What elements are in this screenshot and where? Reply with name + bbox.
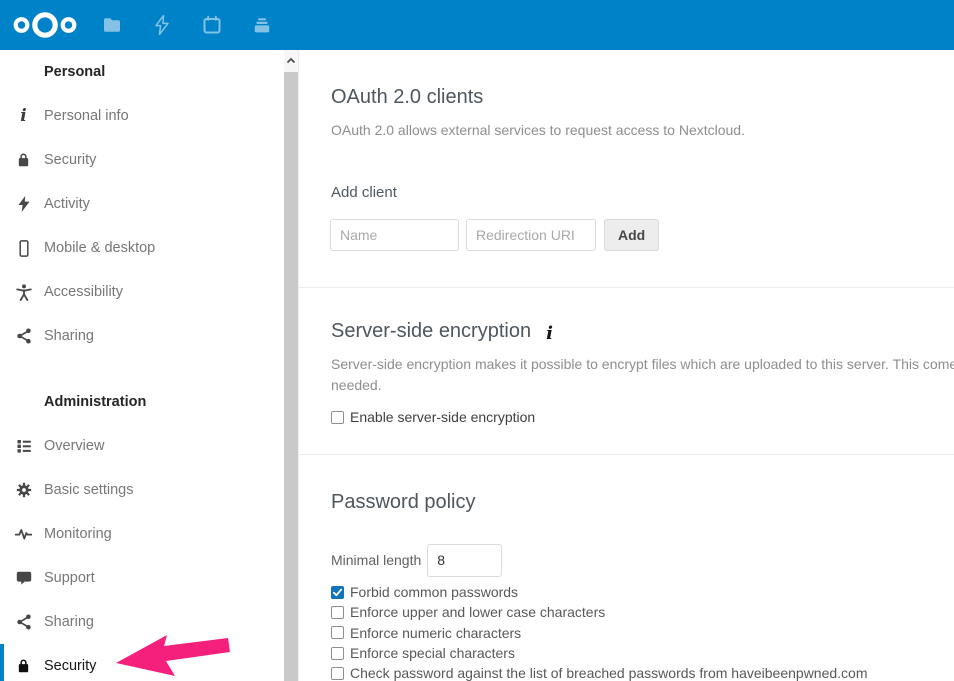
client-name-input[interactable] xyxy=(330,219,459,251)
enforce-special-checkbox[interactable] xyxy=(331,647,344,660)
sidebar-item-accessibility[interactable]: Accessibility xyxy=(0,270,284,314)
enable-encryption-row: Enable server-side encryption xyxy=(331,407,954,427)
policy-option-row: Check password against the list of breac… xyxy=(331,663,954,681)
deck-app-icon[interactable] xyxy=(251,0,273,50)
password-policy-title: Password policy xyxy=(331,489,954,516)
sidebar-item-label: Support xyxy=(44,570,95,586)
share-icon xyxy=(15,328,32,345)
sidebar-scrollbar xyxy=(284,50,298,681)
add-client-heading: Add client xyxy=(331,183,954,203)
policy-option-row: Forbid common passwords xyxy=(331,582,954,602)
sidebar-item-basic-settings[interactable]: Basic settings xyxy=(0,468,284,512)
section-divider xyxy=(299,454,954,455)
gear-icon xyxy=(15,482,32,499)
policy-option-label: Check password against the list of breac… xyxy=(350,665,868,681)
chevron-up-icon xyxy=(285,55,297,67)
chat-icon xyxy=(15,570,32,587)
files-app-folder-icon[interactable] xyxy=(101,0,123,50)
enable-encryption-label: Enable server-side encryption xyxy=(350,409,535,425)
minimal-length-input[interactable] xyxy=(427,544,502,577)
sidebar-section-gap xyxy=(0,358,284,380)
sidebar-item-label: Accessibility xyxy=(44,284,123,300)
scrollbar-up-button[interactable] xyxy=(284,50,298,72)
enforce-upper-lower-checkbox[interactable] xyxy=(331,606,344,619)
sidebar-item-label: Basic settings xyxy=(44,482,133,498)
sidebar-item-support[interactable]: Support xyxy=(0,556,284,600)
encryption-heading-row: Server-side encryption i xyxy=(299,318,954,345)
activity-app-lightning-icon[interactable] xyxy=(151,0,173,50)
forbid-common-passwords-checkbox[interactable] xyxy=(331,586,344,599)
policy-option-label: Enforce special characters xyxy=(350,645,515,661)
sidebar-section-administration: Administration xyxy=(0,380,284,424)
pulse-icon xyxy=(15,526,32,543)
lightning-icon xyxy=(15,196,32,213)
sidebar-item-mobile-desktop[interactable]: Mobile & desktop xyxy=(0,226,284,270)
scrollbar-thumb[interactable] xyxy=(284,72,298,681)
minimal-length-row: Minimal length xyxy=(331,543,954,577)
settings-sidebar: Personal i Personal info Security Activi… xyxy=(0,50,284,681)
info-icon: i xyxy=(15,108,32,125)
redirection-uri-input[interactable] xyxy=(466,219,596,251)
nextcloud-settings-window: Personal i Personal info Security Activi… xyxy=(0,0,954,681)
sidebar-item-label: Sharing xyxy=(44,614,94,630)
sidebar-item-label: Sharing xyxy=(44,328,94,344)
sidebar-section-personal: Personal xyxy=(0,50,284,94)
policy-option-label: Enforce upper and lower case characters xyxy=(350,604,605,620)
share-icon xyxy=(15,614,32,631)
check-breached-passwords-checkbox[interactable] xyxy=(331,667,344,680)
top-header-bar xyxy=(0,0,954,50)
policy-option-row: Enforce upper and lower case characters xyxy=(331,602,954,622)
sidebar-item-security-admin[interactable]: Security xyxy=(0,644,284,681)
password-policy-options: Forbid common passwords Enforce upper an… xyxy=(299,582,954,681)
sidebar-item-label: Security xyxy=(44,658,96,674)
check-icon xyxy=(332,587,343,598)
accessibility-icon xyxy=(15,284,32,301)
add-client-form: Add xyxy=(330,219,954,251)
oauth-description: OAuth 2.0 allows external services to re… xyxy=(331,121,954,139)
sidebar-item-label: Personal info xyxy=(44,108,129,124)
sidebar-item-label: Mobile & desktop xyxy=(44,240,155,256)
policy-option-row: Enforce numeric characters xyxy=(331,623,954,643)
add-client-button[interactable]: Add xyxy=(604,219,659,251)
sidebar-item-monitoring[interactable]: Monitoring xyxy=(0,512,284,556)
calendar-app-icon[interactable] xyxy=(201,0,223,50)
oauth-section-title: OAuth 2.0 clients xyxy=(331,84,954,111)
sidebar-item-activity[interactable]: Activity xyxy=(0,182,284,226)
sidebar-item-overview[interactable]: Overview xyxy=(0,424,284,468)
lock-icon xyxy=(15,658,32,675)
settings-content: OAuth 2.0 clients OAuth 2.0 allows exter… xyxy=(298,50,954,681)
sidebar-item-label: Security xyxy=(44,152,96,168)
section-divider xyxy=(299,287,954,288)
sidebar-item-label: Overview xyxy=(44,438,104,454)
encryption-description-line1: Server-side encryption makes it possible… xyxy=(331,354,954,375)
sidebar-item-personal-info[interactable]: i Personal info xyxy=(0,94,284,138)
policy-option-label: Enforce numeric characters xyxy=(350,625,521,641)
minimal-length-label: Minimal length xyxy=(331,552,421,568)
sidebar-item-security-personal[interactable]: Security xyxy=(0,138,284,182)
list-icon xyxy=(15,438,32,455)
policy-option-row: Enforce special characters xyxy=(331,643,954,663)
sidebar-item-sharing-admin[interactable]: Sharing xyxy=(0,600,284,644)
enable-encryption-checkbox[interactable] xyxy=(331,411,344,424)
phone-icon xyxy=(15,240,32,257)
lock-icon xyxy=(15,152,32,169)
encryption-section-title: Server-side encryption xyxy=(331,318,531,345)
policy-option-label: Forbid common passwords xyxy=(350,584,518,600)
encryption-info-icon[interactable]: i xyxy=(546,325,553,342)
nextcloud-logo[interactable] xyxy=(11,0,79,50)
encryption-description-line2: needed. xyxy=(331,375,954,396)
encryption-description: Server-side encryption makes it possible… xyxy=(331,354,954,396)
sidebar-item-label: Activity xyxy=(44,196,90,212)
sidebar-item-sharing-personal[interactable]: Sharing xyxy=(0,314,284,358)
enforce-numeric-checkbox[interactable] xyxy=(331,626,344,639)
sidebar-item-label: Monitoring xyxy=(44,526,112,542)
